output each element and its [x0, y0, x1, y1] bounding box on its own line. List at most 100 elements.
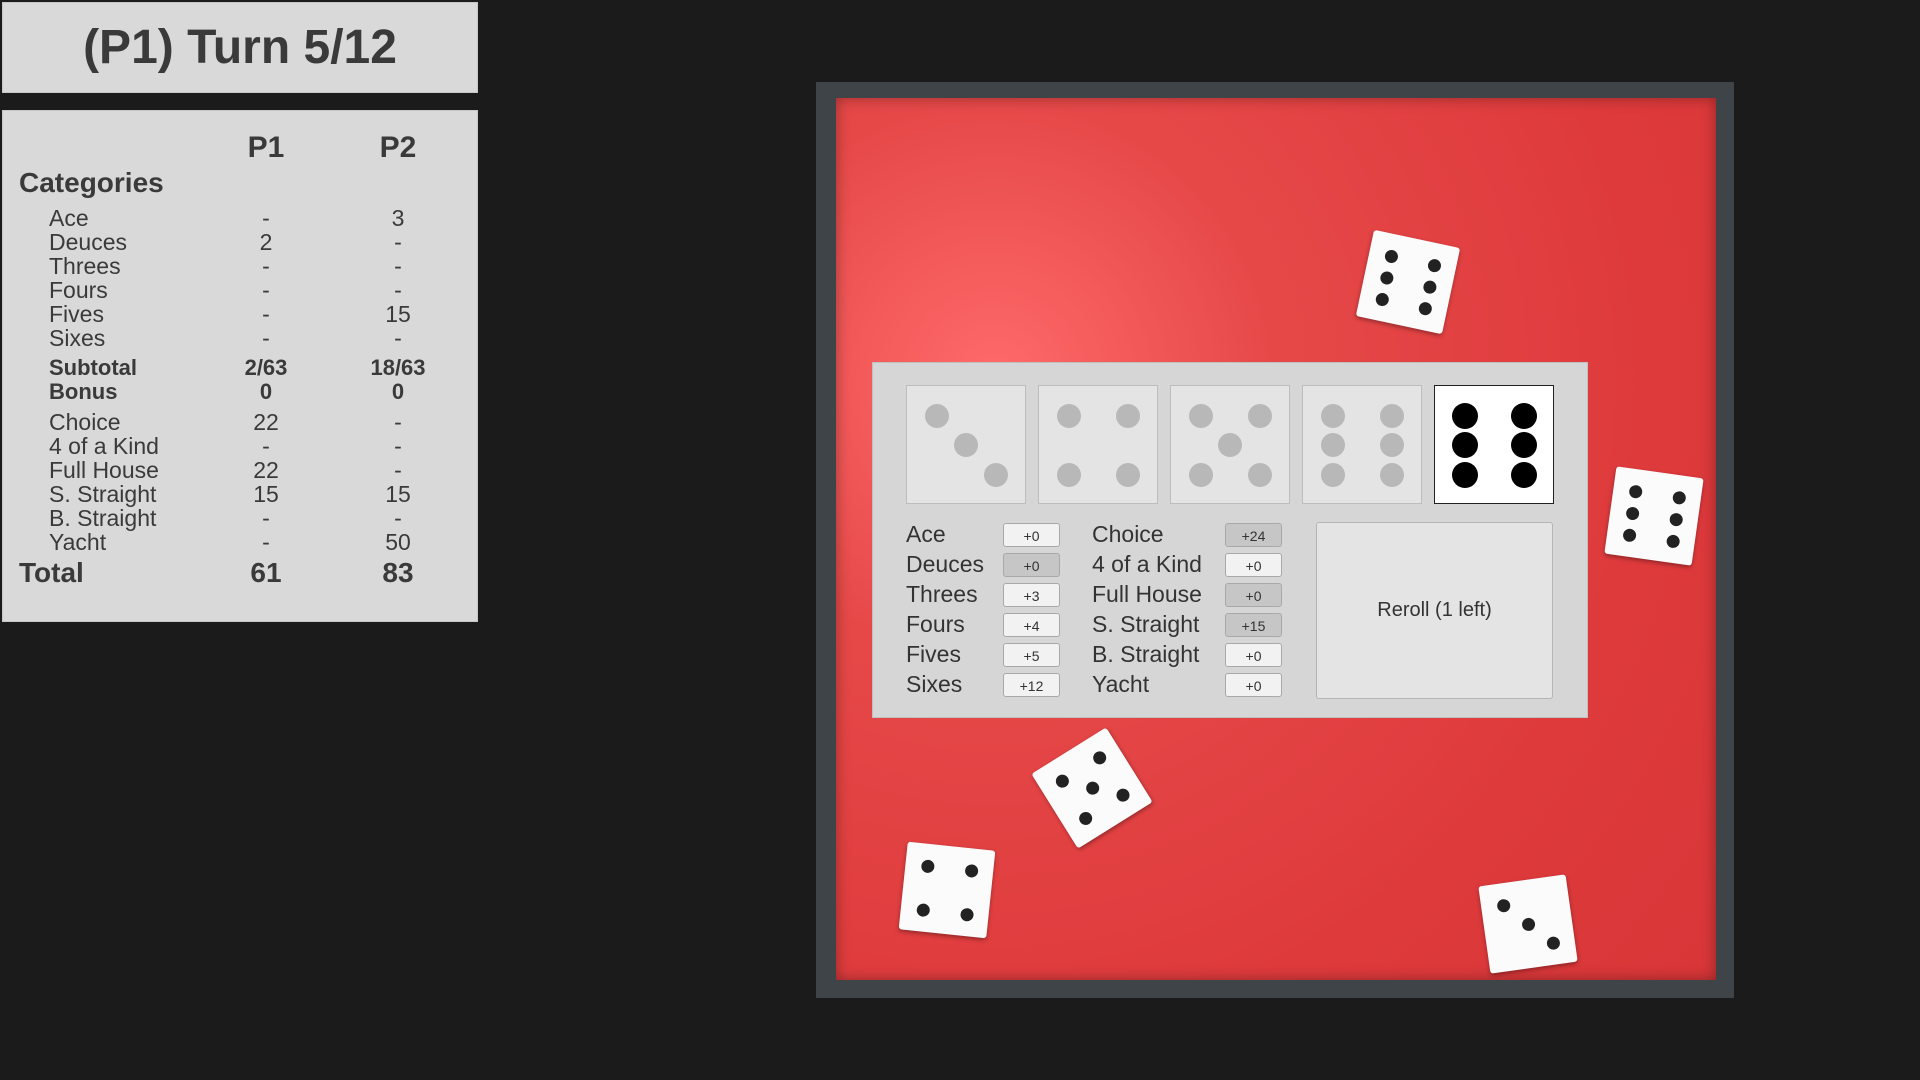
option-label: Fives	[906, 641, 961, 667]
die-pip	[1665, 533, 1681, 549]
score-four-of-a-kind-button[interactable]: +0	[1225, 553, 1282, 577]
p1-score: -	[262, 205, 270, 231]
score-fives-button[interactable]: +5	[1003, 643, 1060, 667]
category-label: Fives	[49, 301, 104, 327]
category-label: Sixes	[49, 325, 106, 351]
score-row: Fives - 15	[3, 302, 477, 326]
category-label: B. Straight	[49, 505, 157, 531]
die-pip	[1668, 511, 1684, 527]
die-pip	[1379, 433, 1404, 457]
die-pip	[1218, 433, 1242, 457]
p1-score: 15	[253, 481, 279, 507]
option-label: Yacht	[1092, 671, 1150, 697]
die-pip	[1621, 527, 1637, 543]
die-pip	[1247, 462, 1272, 487]
die-pip	[1247, 403, 1272, 428]
die-pip	[1451, 461, 1478, 488]
p1-score: 2	[259, 229, 273, 255]
category-label: Deuces	[49, 229, 127, 255]
die-pip	[1451, 402, 1478, 429]
p1-score: -	[262, 253, 270, 279]
score-choice-button[interactable]: +24	[1225, 523, 1282, 547]
score-row: B. Straight - -	[3, 506, 477, 530]
die-pip	[1052, 772, 1071, 790]
score-full-house-button[interactable]: +0	[1225, 583, 1282, 607]
score-sixes-button[interactable]: +12	[1003, 673, 1060, 697]
p2-score: -	[394, 277, 402, 303]
die-pip	[1510, 432, 1537, 458]
p2-score: 15	[385, 301, 411, 327]
p1-score: -	[262, 505, 270, 531]
score-ace-button[interactable]: +0	[1003, 523, 1060, 547]
die-pip	[1383, 248, 1399, 264]
reroll-button[interactable]: Reroll (1 left)	[1316, 522, 1553, 699]
p2-score: -	[394, 505, 402, 531]
held-die[interactable]	[906, 385, 1026, 504]
score-small-straight-button[interactable]: +15	[1225, 613, 1282, 637]
score-row: Full House 22 -	[3, 458, 477, 482]
category-label: Yacht	[49, 529, 107, 555]
score-row: S. Straight 15 15	[3, 482, 477, 506]
score-row: Yacht - 50	[3, 530, 477, 554]
die-pip	[1056, 462, 1081, 487]
option-label: Fours	[906, 611, 965, 637]
option-label: Deuces	[906, 551, 984, 577]
die-pip	[1320, 462, 1345, 487]
board-die	[1355, 229, 1461, 335]
option-label: Full House	[1092, 581, 1202, 607]
die-pip	[1520, 916, 1536, 932]
p1-subtotal: 2/63	[244, 355, 288, 380]
p2-score: 15	[385, 481, 411, 507]
die-pip	[1374, 291, 1390, 307]
score-yacht-button[interactable]: +0	[1225, 673, 1282, 697]
player-1-header: P1	[247, 131, 285, 164]
held-die[interactable]	[1434, 385, 1554, 504]
bonus-label: Bonus	[49, 379, 118, 404]
p2-score: -	[394, 325, 402, 351]
score-fours-button[interactable]: +4	[1003, 613, 1060, 637]
held-die[interactable]	[1302, 385, 1422, 504]
p2-score: 50	[385, 529, 411, 555]
p1-score: -	[262, 529, 270, 555]
option-label: Choice	[1092, 521, 1164, 547]
categories-header: Categories	[19, 167, 164, 198]
held-die[interactable]	[1170, 385, 1290, 504]
p1-score: -	[262, 325, 270, 351]
subtotal-row: Subtotal 2/63 18/63	[3, 356, 477, 380]
category-label: 4 of a Kind	[49, 433, 159, 459]
die-pip	[1426, 257, 1442, 273]
reroll-label: Reroll (1 left)	[1377, 599, 1492, 621]
p2-subtotal: 18/63	[370, 355, 426, 380]
option-label: B. Straight	[1092, 641, 1200, 667]
board-die	[1604, 466, 1704, 566]
score-row: Sixes - -	[3, 326, 477, 350]
die-pip	[1076, 809, 1094, 828]
score-row: Fours - -	[3, 278, 477, 302]
die-pip	[1627, 483, 1643, 499]
die-pip	[1510, 461, 1537, 488]
option-label: Ace	[906, 521, 946, 547]
die-pip	[1378, 269, 1395, 286]
die-pip	[1671, 489, 1687, 505]
die-pip	[964, 863, 979, 878]
die-pip	[1320, 433, 1345, 457]
category-label: Full House	[49, 457, 159, 483]
score-deuces-button[interactable]: +0	[1003, 553, 1060, 577]
player-2-header: P2	[379, 131, 417, 164]
score-threes-button[interactable]: +3	[1003, 583, 1060, 607]
score-big-straight-button[interactable]: +0	[1225, 643, 1282, 667]
control-panel: Ace +0 Deuces +0 Threes +3 Fours +4 Five…	[872, 362, 1588, 718]
p2-score: -	[394, 253, 402, 279]
die-pip	[924, 403, 949, 428]
total-row: Total 61 83	[3, 557, 477, 589]
die-pip	[920, 858, 935, 873]
p1-score: -	[262, 301, 270, 327]
score-row: Deuces 2 -	[3, 230, 477, 254]
bonus-row: Bonus 0 0	[3, 380, 477, 404]
board-die	[1478, 874, 1578, 974]
p2-score: 3	[391, 205, 405, 231]
held-die[interactable]	[1038, 385, 1158, 504]
score-row: Threes - -	[3, 254, 477, 278]
die-pip	[1115, 403, 1140, 428]
p2-score: -	[394, 457, 402, 483]
